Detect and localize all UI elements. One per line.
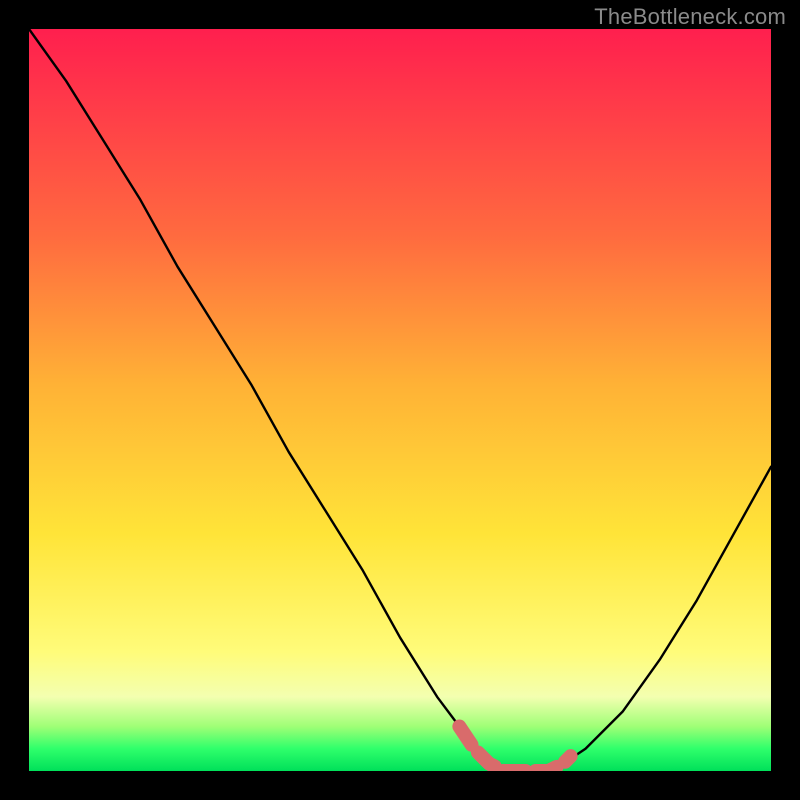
optimal-range-highlight bbox=[459, 726, 570, 771]
chart-overlay-svg bbox=[29, 29, 771, 771]
bottleneck-curve bbox=[29, 29, 771, 771]
watermark-text: TheBottleneck.com bbox=[594, 4, 786, 30]
chart-stage: TheBottleneck.com bbox=[0, 0, 800, 800]
